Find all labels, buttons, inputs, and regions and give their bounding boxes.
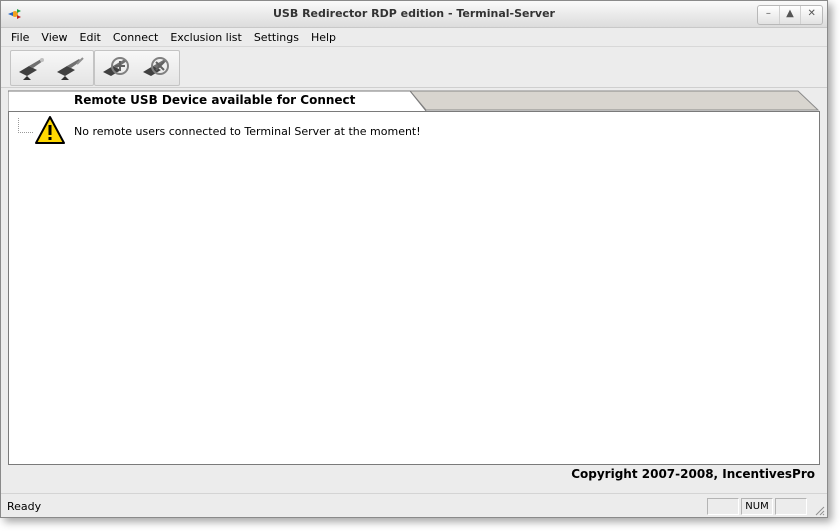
window-controls: – ▲ ✕	[757, 5, 823, 25]
menu-help[interactable]: Help	[305, 31, 342, 44]
connect-device-button[interactable]	[15, 54, 49, 82]
device-tree-panel[interactable]: No remote users connected to Terminal Se…	[8, 111, 820, 465]
menu-view[interactable]: View	[35, 31, 73, 44]
remove-device-button[interactable]	[139, 54, 173, 82]
minimize-button[interactable]: –	[758, 6, 780, 24]
status-bar: Ready NUM	[1, 493, 827, 517]
menu-bar: File View Edit Connect Exclusion list Se…	[1, 28, 827, 47]
copyright-text: Copyright 2007-2008, IncentivesPro	[571, 467, 815, 481]
status-pane-num: NUM	[741, 498, 773, 515]
menu-file[interactable]: File	[5, 31, 35, 44]
no-users-message: No remote users connected to Terminal Se…	[74, 125, 421, 138]
disconnect-device-button[interactable]	[53, 54, 87, 82]
status-pane-caps	[707, 498, 739, 515]
tab-remote-usb-devices[interactable]: Remote USB Device available for Connect	[74, 93, 355, 107]
toolbar-group-manage	[94, 50, 180, 86]
status-text: Ready	[7, 500, 42, 513]
remove-device-icon	[143, 57, 169, 76]
menu-edit[interactable]: Edit	[74, 31, 107, 44]
title-bar[interactable]: USB Redirector RDP edition - Terminal-Se…	[1, 1, 827, 28]
disconnect-device-icon	[57, 57, 84, 80]
add-device-button[interactable]	[99, 54, 133, 82]
window-title: USB Redirector RDP edition - Terminal-Se…	[273, 7, 555, 20]
close-button[interactable]: ✕	[801, 6, 822, 24]
toolbar	[1, 47, 827, 88]
app-window: USB Redirector RDP edition - Terminal-Se…	[0, 0, 828, 518]
menu-settings[interactable]: Settings	[248, 31, 305, 44]
add-device-icon	[103, 57, 129, 76]
tab-strip: Remote USB Device available for Connect	[8, 90, 820, 112]
menu-exclusion-list[interactable]: Exclusion list	[164, 31, 247, 44]
tree-connector	[18, 118, 33, 133]
maximize-button[interactable]: ▲	[780, 6, 802, 24]
toolbar-group-connect	[10, 50, 94, 86]
connect-device-icon	[19, 58, 44, 80]
status-pane-scroll	[775, 498, 807, 515]
warning-icon	[35, 116, 65, 144]
resize-grip-icon[interactable]	[813, 504, 825, 516]
menu-connect[interactable]: Connect	[107, 31, 164, 44]
